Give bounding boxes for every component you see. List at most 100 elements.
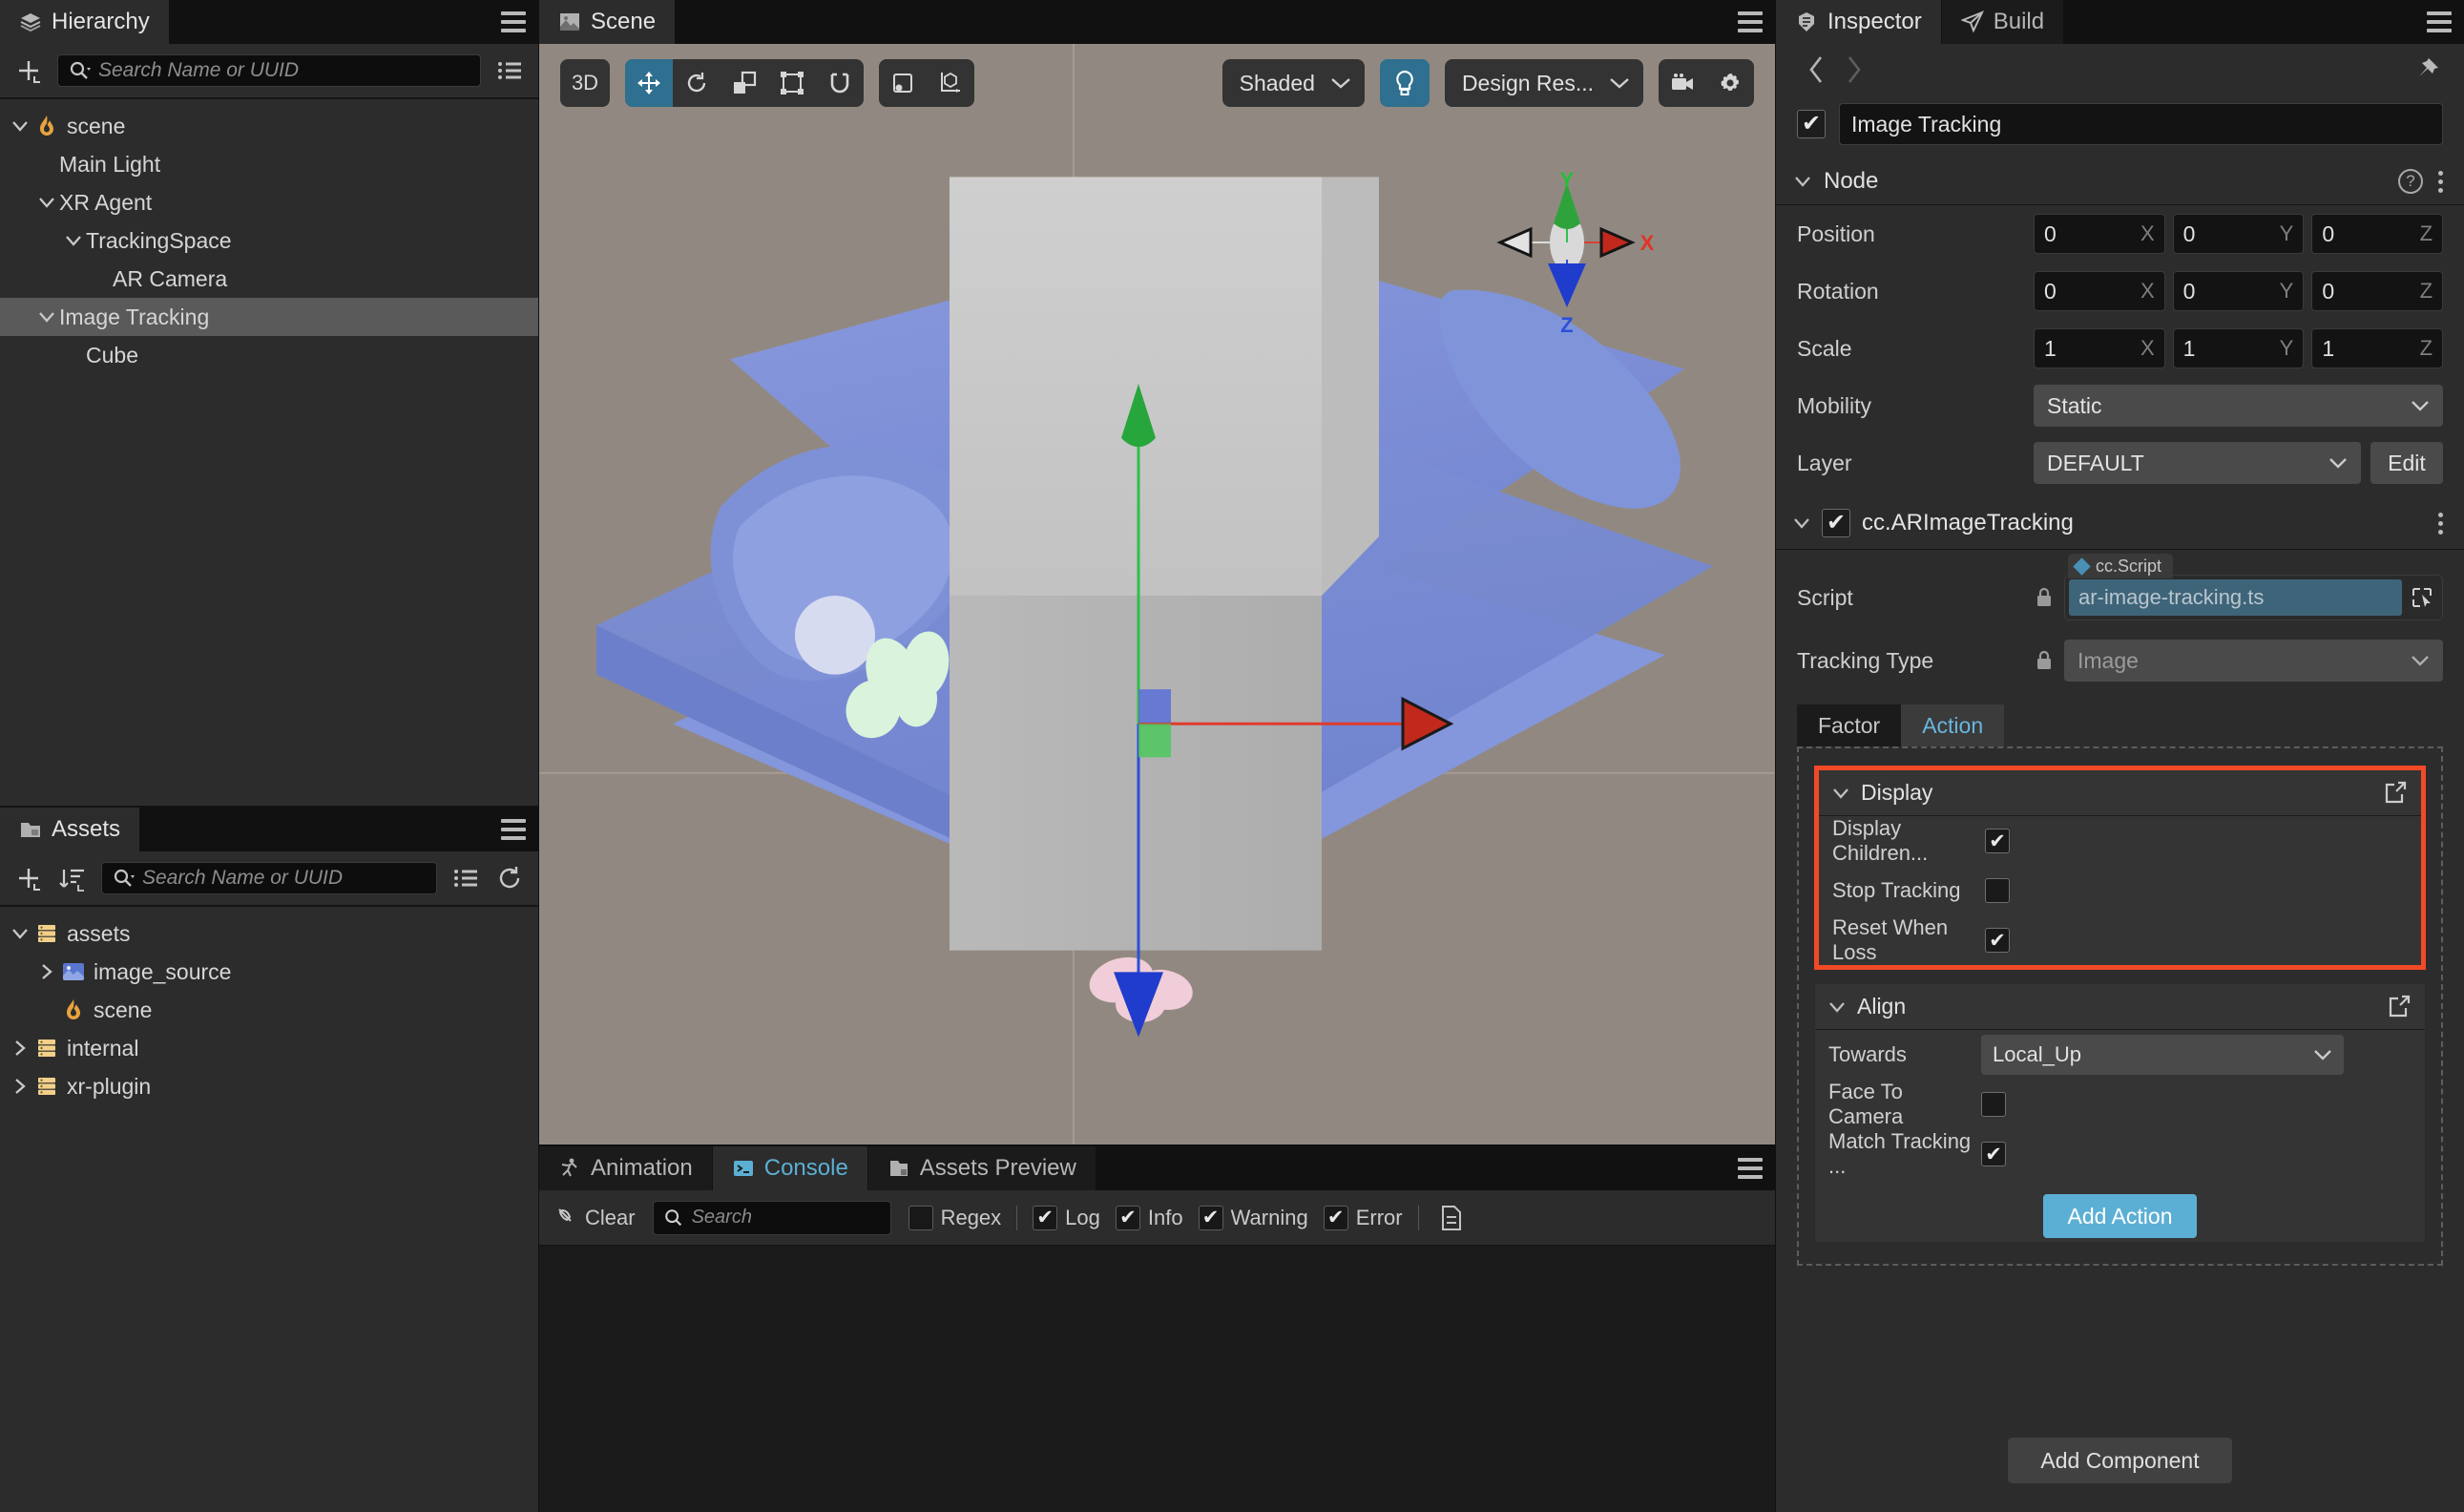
script-asset-field[interactable]: ar-image-tracking.ts: [2064, 575, 2443, 620]
assets-tree[interactable]: assets image_source scene internal xr-plugin: [0, 907, 538, 1512]
tree-item-image-tracking[interactable]: Image Tracking: [0, 298, 538, 336]
checkbox[interactable]: [908, 1205, 933, 1230]
node-picker-icon[interactable]: [2406, 585, 2438, 610]
checkbox[interactable]: [1115, 1205, 1140, 1230]
shading-mode-dropdown[interactable]: Shaded: [1222, 59, 1365, 107]
hierarchy-tree[interactable]: scene Main Light XR Agent TrackingSpace AR C…: [0, 99, 538, 806]
document-icon[interactable]: [1436, 1203, 1467, 1233]
scale-y-field[interactable]: 1 Y: [2172, 328, 2305, 368]
tree-item-trackingspace[interactable]: TrackingSpace: [0, 221, 538, 260]
console-filter-regex[interactable]: Regex: [908, 1205, 1001, 1230]
property-checkbox[interactable]: [1985, 878, 2010, 903]
tree-item-main-light[interactable]: Main Light: [0, 145, 538, 183]
pivot-center-tool-icon[interactable]: [879, 59, 927, 107]
console-search[interactable]: [652, 1200, 948, 1235]
chevron-right-icon[interactable]: [8, 1074, 32, 1099]
tracking-type-select[interactable]: Image: [2064, 640, 2443, 682]
refresh-assets-icon[interactable]: [494, 863, 525, 893]
chevron-down-icon[interactable]: [61, 228, 86, 253]
tab-hierarchy[interactable]: Hierarchy: [0, 0, 170, 44]
console-output[interactable]: [539, 1246, 1775, 1512]
console-filter-info[interactable]: Info: [1115, 1205, 1183, 1230]
tree-item-internal[interactable]: internal: [0, 1029, 538, 1067]
chevron-down-icon[interactable]: [8, 114, 32, 138]
node-section-header[interactable]: Node ?: [1776, 158, 2464, 205]
tab-console[interactable]: Console: [712, 1146, 868, 1190]
console-menu-button[interactable]: [1725, 1146, 1775, 1190]
assets-list-options-icon[interactable]: [450, 863, 481, 893]
chevron-right-icon[interactable]: [8, 1036, 32, 1060]
checkbox[interactable]: [1323, 1205, 1348, 1230]
add-asset-icon[interactable]: [13, 863, 44, 893]
scene-viewport[interactable]: 3D Shaded Design Res... Y X Z: [539, 44, 1775, 1144]
display-panel-header[interactable]: Display: [1819, 770, 2421, 816]
tree-item-ar-camera[interactable]: AR Camera: [0, 260, 538, 298]
console-filter-error[interactable]: Error: [1323, 1205, 1403, 1230]
tab-inspector[interactable]: Inspector: [1776, 0, 1942, 44]
rect-tool-icon[interactable]: [768, 59, 816, 107]
axis-gizmo[interactable]: Y X Z: [1472, 168, 1662, 340]
hierarchy-search-input[interactable]: [98, 59, 476, 82]
tab-scene[interactable]: Scene: [539, 0, 677, 44]
tree-item-cube[interactable]: Cube: [0, 336, 538, 374]
external-edit-icon[interactable]: [2387, 995, 2412, 1019]
property-checkbox[interactable]: [1985, 829, 2010, 853]
position-y-field[interactable]: 0 Y: [2172, 214, 2305, 254]
property-checkbox[interactable]: [1981, 1092, 2006, 1117]
checkbox[interactable]: [1033, 1205, 1058, 1230]
tab-animation[interactable]: Animation: [539, 1146, 713, 1190]
chevron-right-icon[interactable]: [34, 959, 59, 984]
camera-icon[interactable]: [1659, 59, 1706, 107]
chevron-down-icon[interactable]: [34, 304, 59, 329]
scale-x-field[interactable]: 1 X: [2034, 328, 2165, 368]
console-filter-warning[interactable]: Warning: [1198, 1205, 1308, 1230]
align-panel-header[interactable]: Align: [1815, 984, 2425, 1030]
component-enabled-checkbox[interactable]: [1822, 509, 1850, 537]
coordinate-local-tool-icon[interactable]: [927, 59, 974, 107]
tree-item-xr-plugin[interactable]: xr-plugin: [0, 1067, 538, 1105]
towards-select[interactable]: Local_Up: [1981, 1035, 2344, 1075]
node-name-input[interactable]: [1839, 103, 2443, 145]
add-node-icon[interactable]: [13, 55, 44, 86]
inspector-menu-button[interactable]: [2414, 0, 2464, 44]
scale-z-field[interactable]: 1 Z: [2311, 328, 2444, 368]
mode-3d-button[interactable]: 3D: [560, 59, 610, 107]
lighting-toggle-button[interactable]: [1379, 59, 1430, 107]
scale-tool-icon[interactable]: [720, 59, 768, 107]
rotation-x-field[interactable]: 0 X: [2034, 271, 2165, 311]
assets-menu-button[interactable]: [489, 808, 538, 851]
rotate-tool-icon[interactable]: [673, 59, 720, 107]
property-checkbox[interactable]: [1981, 1142, 2006, 1166]
tree-item-xr-agent[interactable]: XR Agent: [0, 183, 538, 221]
position-z-field[interactable]: 0 Z: [2311, 214, 2444, 254]
assets-search-input[interactable]: [142, 867, 432, 890]
position-x-field[interactable]: 0 X: [2034, 214, 2165, 254]
chevron-right-icon[interactable]: [1835, 54, 1873, 85]
layer-edit-button[interactable]: Edit: [2370, 442, 2443, 484]
node-enabled-checkbox[interactable]: [1797, 110, 1826, 138]
move-tool-icon[interactable]: [625, 59, 673, 107]
tab-assets-preview[interactable]: Assets Preview: [868, 1146, 1096, 1190]
rotation-y-field[interactable]: 0 Y: [2172, 271, 2305, 311]
chevron-down-icon[interactable]: [8, 921, 32, 946]
external-edit-icon[interactable]: [2383, 781, 2408, 806]
component-tab-factor[interactable]: Factor: [1797, 704, 1902, 746]
pin-icon[interactable]: [2411, 53, 2443, 86]
chevron-down-icon[interactable]: [34, 190, 59, 215]
chevron-left-icon[interactable]: [1797, 54, 1835, 85]
tree-item-scene[interactable]: scene: [0, 107, 538, 145]
checkbox[interactable]: [1198, 1205, 1223, 1230]
hierarchy-list-options-icon[interactable]: [494, 55, 525, 86]
gear-icon[interactable]: [1706, 59, 1754, 107]
console-filter-log[interactable]: Log: [1033, 1205, 1100, 1230]
property-checkbox[interactable]: [1985, 928, 2010, 953]
kebab-icon[interactable]: [2438, 512, 2443, 535]
rotation-z-field[interactable]: 0 Z: [2311, 271, 2444, 311]
resolution-dropdown[interactable]: Design Res...: [1444, 59, 1643, 107]
magnet-tool-icon[interactable]: [816, 59, 864, 107]
question-icon[interactable]: ?: [2398, 169, 2423, 194]
sort-assets-icon[interactable]: [57, 863, 88, 893]
tree-item-scene[interactable]: scene: [0, 991, 538, 1029]
tab-build[interactable]: Build: [1942, 0, 2065, 44]
tab-assets[interactable]: Assets: [0, 808, 141, 851]
